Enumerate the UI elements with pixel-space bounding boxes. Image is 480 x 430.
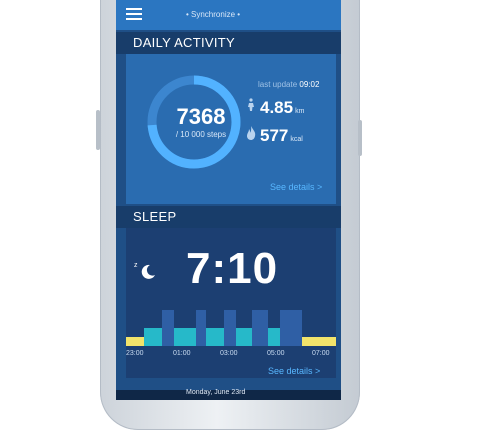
daily-activity-card: 7368 / 10 000 steps last update 09:02 4.… [126, 54, 336, 204]
calories: 577 kcal [260, 126, 303, 146]
sleep-tick-label: 05:00 [267, 350, 285, 357]
daily-activity-header: DAILY ACTIVITY [116, 32, 341, 54]
phone-volume-button [96, 110, 100, 150]
sleep-duration: 7:10 [186, 244, 279, 293]
light-sleep-segment [236, 328, 252, 346]
top-bar: • Synchronize • [116, 0, 341, 30]
app-screen: • Synchronize • DAILY ACTIVITY 7368 / 10… [116, 0, 341, 400]
phone-power-button [358, 120, 362, 156]
calories-unit: kcal [290, 136, 303, 143]
deep-sleep-segment [196, 310, 206, 346]
light-sleep-segment [268, 328, 280, 346]
walking-person-icon [248, 98, 254, 111]
awake-segment-end [302, 337, 336, 346]
synchronize-label[interactable]: • Synchronize • [186, 10, 240, 19]
sleep-tick-label: 23:00 [126, 350, 144, 357]
steps-count: 7368 [176, 104, 226, 129]
distance: 4.85 km [260, 98, 304, 118]
sleep-header: SLEEP [116, 206, 341, 228]
deep-sleep-segment [252, 310, 268, 346]
sleep-z-icon: z [134, 262, 138, 269]
sleep-tick-label: 07:00 [312, 350, 330, 357]
moon-icon [141, 264, 155, 279]
last-update: last update 09:02 [258, 80, 319, 89]
light-sleep-segment [144, 328, 162, 346]
distance-value: 4.85 [260, 98, 294, 117]
hamburger-menu-icon[interactable] [126, 8, 142, 22]
last-update-label: last update [258, 80, 298, 89]
sleep-see-details-link[interactable]: See details > [268, 366, 320, 376]
sleep-tick-label: 01:00 [173, 350, 191, 357]
activity-see-details-link[interactable]: See details > [270, 182, 322, 192]
deep-sleep-segment [224, 310, 236, 346]
distance-unit: km [295, 108, 305, 115]
flame-icon [247, 126, 256, 140]
last-update-time: 09:02 [299, 80, 320, 89]
date-navigation-label[interactable]: Monday, June 23rd [186, 389, 245, 396]
calories-value: 577 [260, 126, 289, 145]
deep-sleep-segment [280, 310, 302, 346]
steps-goal: / 10 000 steps [175, 130, 227, 139]
sleep-timeline [126, 310, 336, 346]
light-sleep-segment [206, 328, 224, 346]
sleep-tick-label: 03:00 [220, 350, 238, 357]
light-sleep-segment [174, 328, 196, 346]
sleep-card: z 7:10 23:00 01:00 03:00 05:00 07:00 See… [126, 228, 336, 378]
awake-segment-start [126, 337, 144, 346]
deep-sleep-segment [162, 310, 174, 346]
